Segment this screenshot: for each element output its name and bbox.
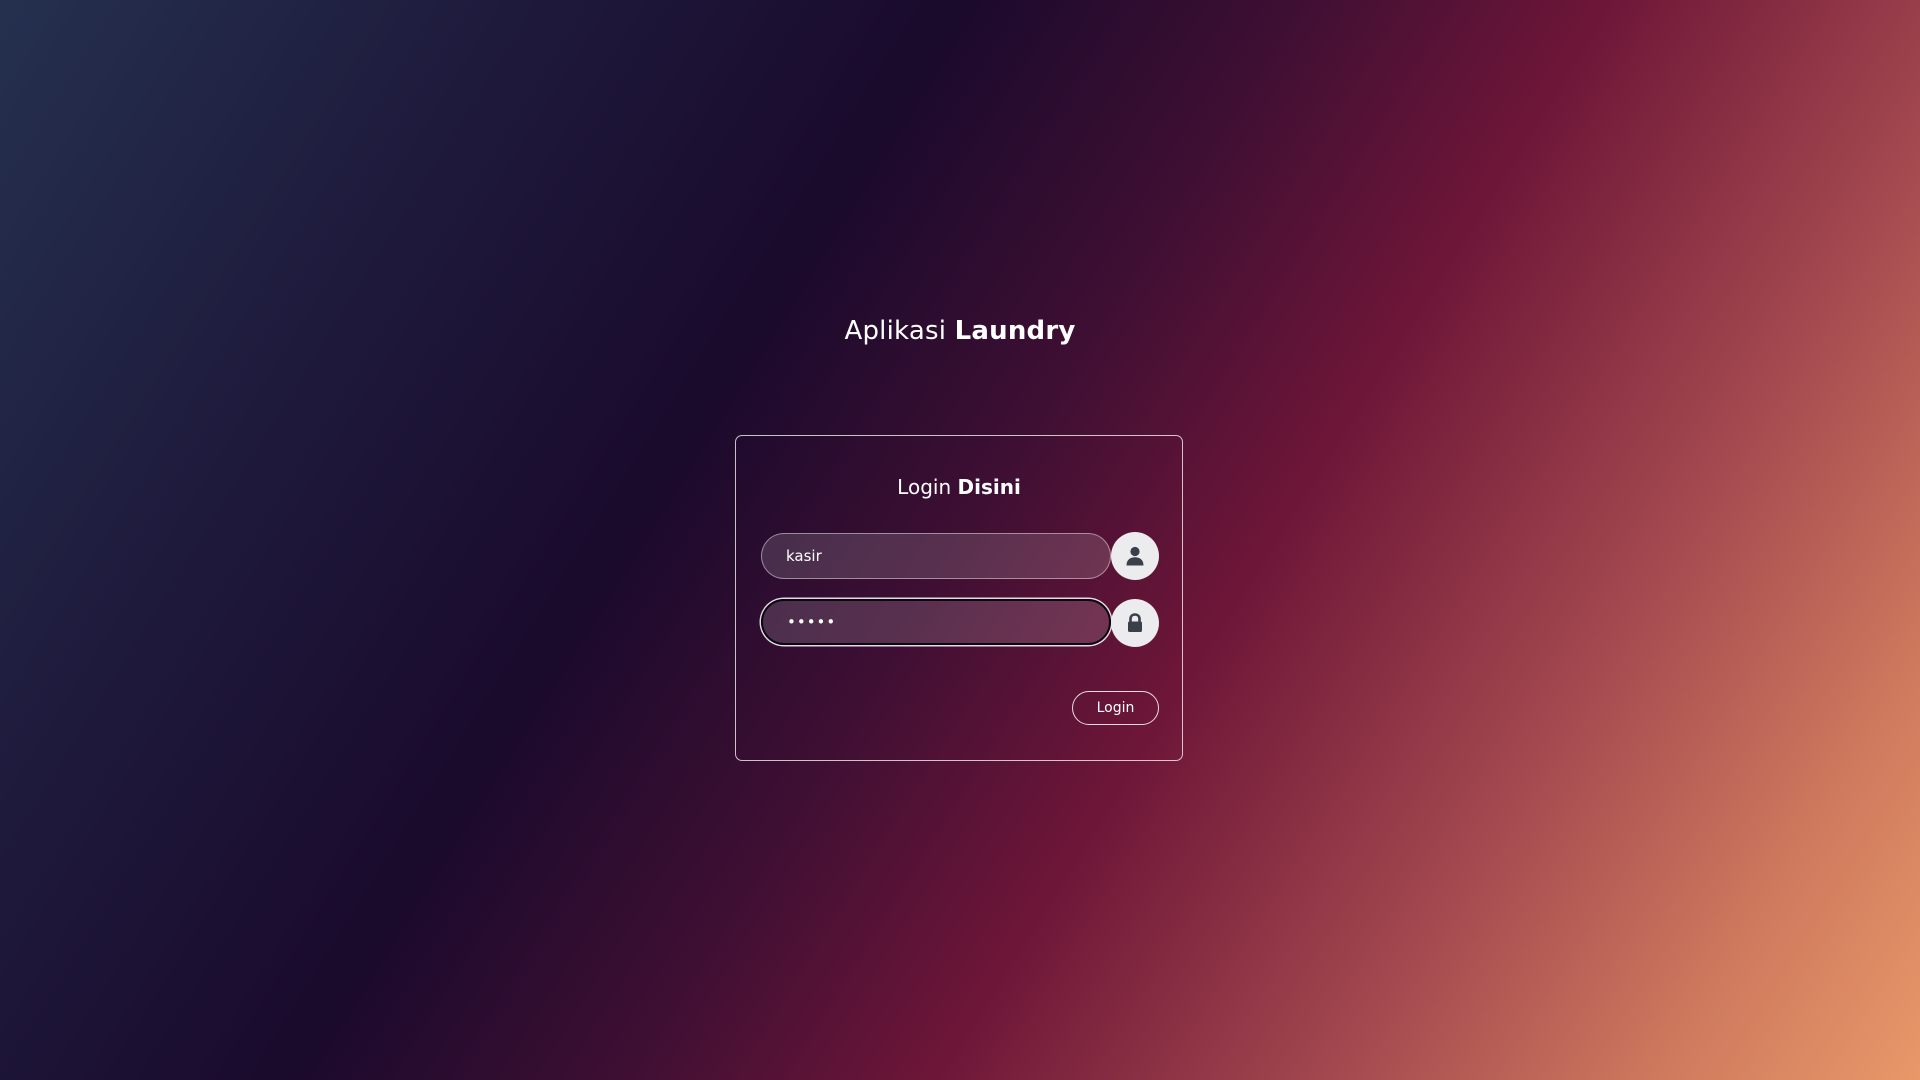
password-input[interactable]	[761, 599, 1111, 645]
login-card-title: Login Disini	[736, 475, 1182, 499]
app-title-regular: Aplikasi	[844, 316, 947, 346]
login-button[interactable]: Login	[1072, 691, 1159, 725]
user-icon	[1111, 532, 1159, 580]
lock-icon	[1111, 599, 1159, 647]
login-card-title-regular: Login	[897, 475, 952, 499]
login-card-title-bold: Disini	[957, 475, 1021, 499]
login-card: Login Disini Login	[735, 435, 1183, 761]
app-title: Aplikasi Laundry	[0, 316, 1920, 346]
app-title-bold: Laundry	[954, 316, 1076, 346]
username-input[interactable]	[761, 533, 1111, 579]
